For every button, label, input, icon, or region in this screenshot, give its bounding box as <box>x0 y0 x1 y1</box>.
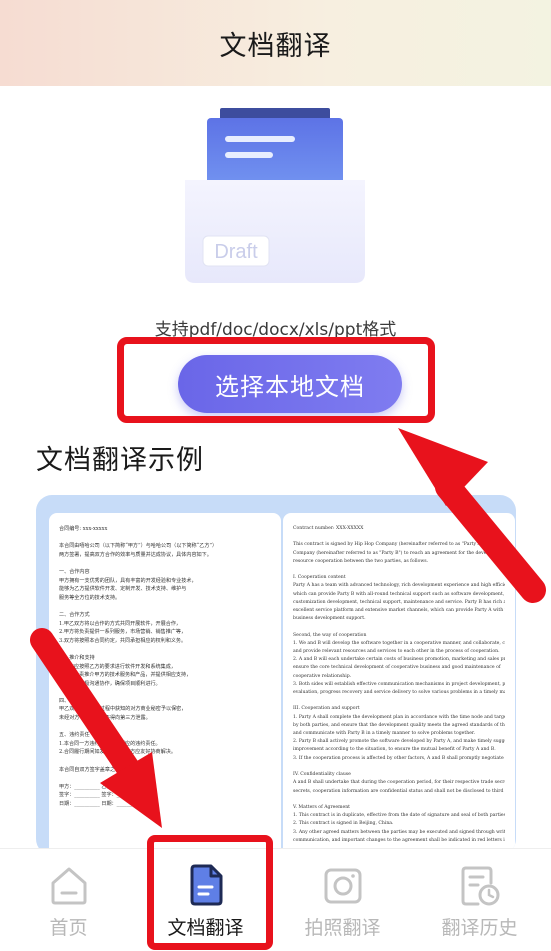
page-title: 文档翻译 <box>219 30 332 62</box>
document-tray-icon: Draft <box>185 108 365 283</box>
original-document-line: 能够为乙方提供软件开发、定制开发、技术支持、维护与 <box>59 586 187 593</box>
tab-home-label: 首页 <box>49 917 88 939</box>
original-document-line: 三、推介和支持 <box>59 654 95 661</box>
original-document-line: 3.双方将按照本合同约定，共同承担相应的权利和义务。 <box>59 637 187 644</box>
original-document-line: 甲乙双方应对合作过程中获知的对方商业秘密予以保密， <box>59 706 187 713</box>
tab-photo-translate[interactable]: 拍照翻译 <box>274 849 411 951</box>
original-document-line: 3.双方应积极沟通协作，确保项目顺利进行。 <box>59 680 161 687</box>
translated-document-line: I. Cooperation content <box>293 575 346 581</box>
original-document-line: 二、合作方式 <box>59 611 90 618</box>
translated-document-line: 2. Party B shall actively promote the so… <box>293 739 505 745</box>
original-document-line: 2.甲方将负责提供一系列服务，市场营销、销售推广等， <box>59 629 187 636</box>
original-document-line <box>59 645 271 654</box>
tab-translate-history[interactable]: 翻译历史 <box>411 849 548 951</box>
translated-document-page: Contract number: XXX-XXXXX This contract… <box>283 513 515 855</box>
translated-document-line: improvement according to the situation, … <box>293 747 496 753</box>
translated-document-line <box>293 623 505 631</box>
example-section-title: 文档翻译示例 <box>36 445 204 476</box>
translated-document-line: 1. We and B will develop the software to… <box>293 640 505 646</box>
translated-document-line: communication, and important changes to … <box>293 837 505 843</box>
translated-document-line: 3. Any other agreed matters between the … <box>293 829 505 835</box>
translated-document-line: Company (hereinafter referred to as "Par… <box>293 550 505 556</box>
original-document-line: 未经对方书面同意，不得向第三方泄露。 <box>59 715 151 722</box>
translated-document-line: 3. If the cooperation process is affecte… <box>293 755 505 761</box>
translated-document-line <box>293 566 505 574</box>
translated-document-line: 1. Party A shall complete the developmen… <box>293 714 505 720</box>
original-document-line: 2.合同履行期间如发生争议，双方应友好协商解决。 <box>59 749 176 756</box>
translated-document-line: 2. This contract is signed in Beijing, C… <box>293 821 394 827</box>
original-document-line: 日期：__________ 日期：__________ <box>59 801 143 807</box>
translated-document-line: resource cooperation between the two par… <box>293 558 429 564</box>
original-document-line: 五、违约责任 <box>59 732 90 739</box>
translated-document-line <box>293 763 505 771</box>
translated-document-line: A and B shall undertake that during the … <box>293 780 505 786</box>
original-document-line <box>59 559 271 568</box>
translated-document-line: III. Cooperation and support <box>293 706 360 712</box>
translated-document-line: Second, the way of cooperation <box>293 632 367 638</box>
tab-highlight-box <box>147 835 273 950</box>
tab-photo-translate-label: 拍照翻译 <box>304 917 381 939</box>
header-bar: 文档翻译 <box>0 0 551 86</box>
original-document-line: 服务等全方位的技术支持。 <box>59 594 121 601</box>
history-icon <box>461 866 500 906</box>
original-document-line <box>59 602 271 611</box>
original-document-line: 本合同由嘻哈公司（以下简称“甲方”）与哈哈公司（以下简称“乙方”） <box>59 543 218 550</box>
original-document-line: 甲方：__________ 乙方：__________ <box>59 783 143 790</box>
original-document-line <box>59 723 271 732</box>
button-highlight-box <box>117 337 435 423</box>
original-document-line: 签字：__________ 签字：__________ <box>59 792 143 799</box>
translated-document-line: which can provide Party B with all-round… <box>293 591 505 597</box>
original-document-line: 1.本合同一方违约，应承担相应的违约责任。 <box>59 740 161 747</box>
example-preview-panel[interactable]: 合同编号: xxx-xxxxx 本合同由嘻哈公司（以下简称“甲方”）与哈哈公司（… <box>36 495 516 855</box>
translated-document-line: excellent service platform and extensive… <box>293 608 505 614</box>
translated-document-line <box>293 533 505 541</box>
original-document-line <box>59 757 271 766</box>
illustration-label: Draft <box>214 241 258 263</box>
translated-document-line: by both parties, and ensure that the dev… <box>293 722 505 728</box>
tab-home[interactable]: 首页 <box>0 849 137 951</box>
translated-document-line: Party A has a team with advanced technol… <box>293 583 505 589</box>
translated-document-line: and communicate with Party B in a timely… <box>293 731 476 737</box>
camera-icon <box>324 868 362 904</box>
translated-document-line: This contract is signed by Hip Hop Compa… <box>293 542 505 548</box>
original-document-line: 两方签署，提高双方合作的效率与质量并达成协议，具体内容如下。 <box>59 551 212 558</box>
original-document-line: 甲方拥有一支优秀的团队，具有丰富的开发经验和专业技术， <box>59 577 197 584</box>
translated-document-line: and provide relevant resources and servi… <box>293 649 500 655</box>
tab-translate-history-label: 翻译历史 <box>441 917 518 939</box>
original-document-line: 2.乙方负责推介甲方的技术服务和产品，并提供相应支持， <box>59 672 192 679</box>
original-document-line: 本合同自双方签字盖章之日起生效。 <box>59 766 141 773</box>
translated-document-line: business development support. <box>293 616 366 622</box>
translated-document-line: evaluation, progress recovery and servic… <box>293 690 505 696</box>
original-document-line: 一、合作内容 <box>59 568 90 575</box>
home-icon <box>51 867 87 905</box>
translated-document-line: 2. A and B will each undertake certain c… <box>293 657 505 663</box>
original-document-line: 合同编号: xxx-xxxxx <box>59 526 108 532</box>
translated-document-line: 1. This contract is in duplicate, effect… <box>293 813 505 819</box>
translated-document-line: secrets, cooperation information are con… <box>293 788 505 794</box>
bottom-tab-bar: 首页 文档翻译 拍照翻译 翻译历史 <box>0 848 551 951</box>
translated-document-line: 3. Both sides will establish effective c… <box>293 681 505 687</box>
translated-document-line: Contract number: XXX-XXXXX <box>293 526 364 531</box>
translated-document-line <box>293 796 505 804</box>
original-document-line <box>59 774 271 783</box>
original-document-line: 1.甲乙双方将以合作的方式共同开展软件，开展合作， <box>59 620 182 627</box>
translated-document-line <box>293 697 505 705</box>
translated-document-line: customization development, technical sup… <box>293 599 505 605</box>
original-document-line: 四、保密条款 <box>59 697 90 704</box>
original-document-page: 合同编号: xxx-xxxxx 本合同由嘻哈公司（以下简称“甲方”）与哈哈公司（… <box>49 513 281 855</box>
translated-document-line: ensure the core technical development of… <box>293 665 501 671</box>
translated-document-line: IV. Confidentiality clause <box>293 772 351 778</box>
original-document-line <box>59 688 271 697</box>
translated-document-line: cooperative relationship. <box>293 673 352 679</box>
translated-document-line: V. Matters of Agreement <box>293 804 350 810</box>
original-document-line <box>59 534 271 543</box>
original-document-line: 1.甲方应按照乙方的要求进行软件开发和系统集成， <box>59 663 176 670</box>
